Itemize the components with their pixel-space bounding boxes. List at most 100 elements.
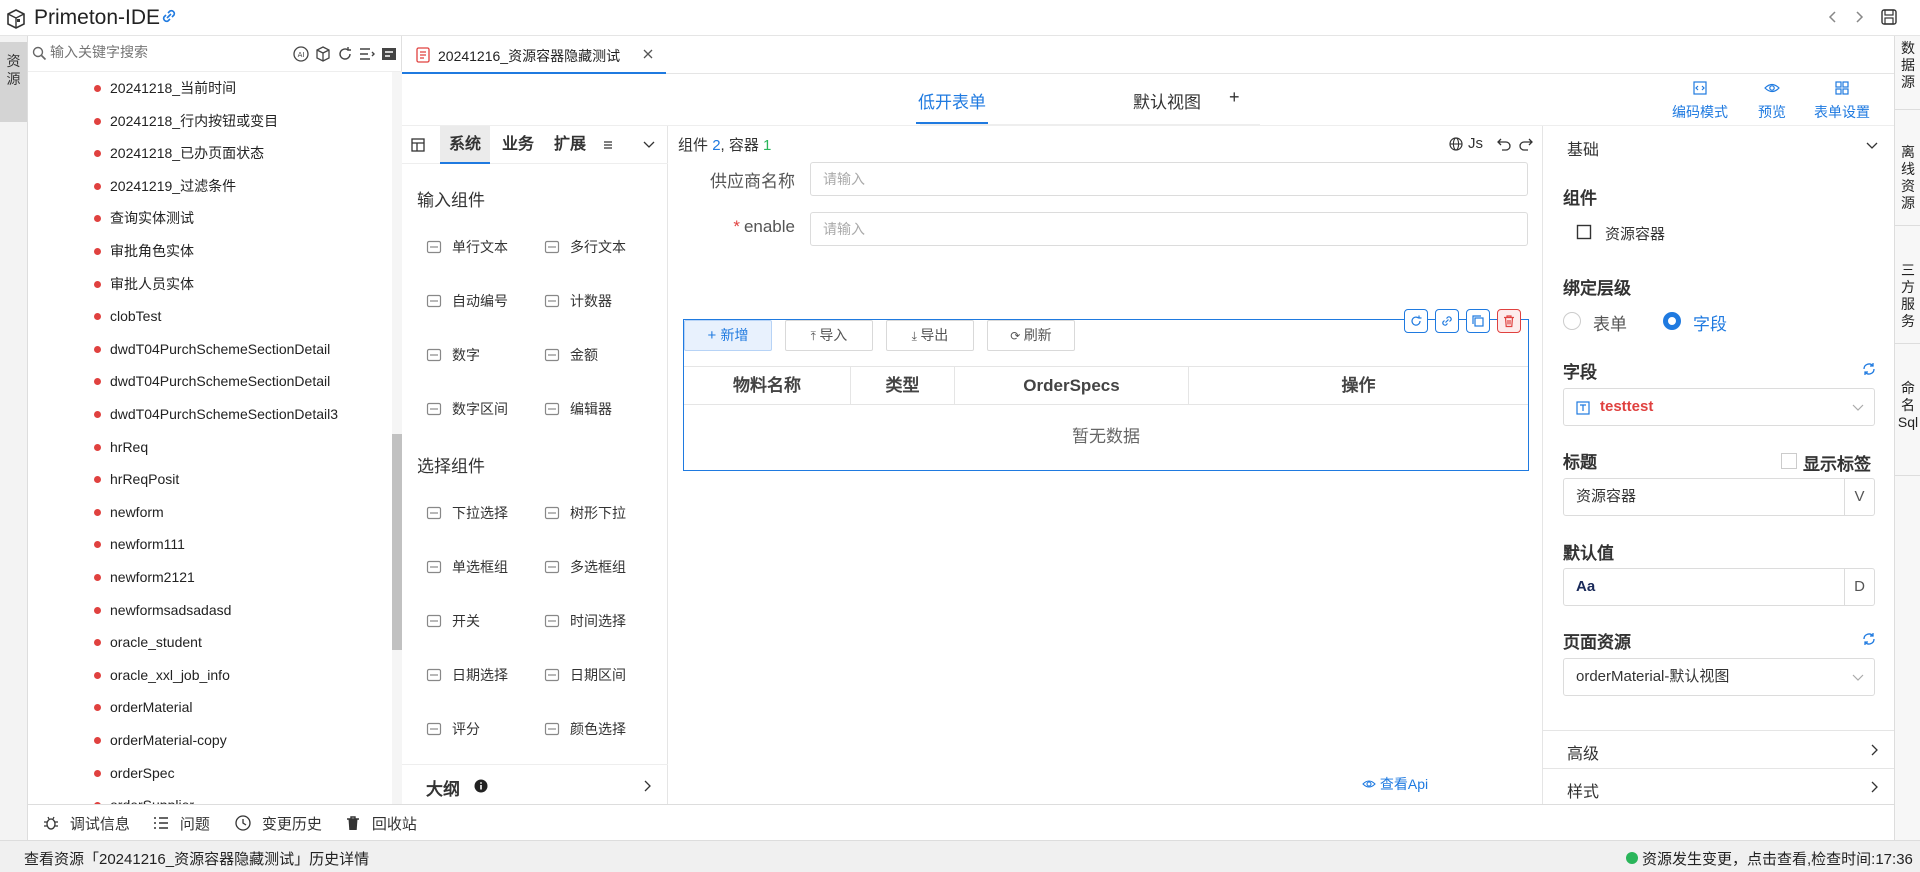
container-delete-icon[interactable] [1497, 309, 1521, 333]
link-icon[interactable] [160, 7, 178, 25]
palette-item[interactable]: 日期区间 [544, 660, 664, 690]
export-button[interactable]: ⤓ 导出 [886, 320, 974, 351]
refresh-icon[interactable] [336, 45, 354, 63]
tree-item[interactable]: newform2121 [28, 561, 388, 593]
palette-item[interactable]: 计数器 [544, 286, 664, 316]
add-view-button[interactable]: + [1229, 87, 1240, 108]
default-value-input[interactable]: Aa D [1563, 568, 1875, 606]
undo-icon[interactable] [1496, 136, 1512, 152]
palette-item[interactable]: 多选框组 [544, 552, 664, 582]
import-button[interactable]: ⤒ 导入 [785, 320, 873, 351]
palette-collapse-chevron-icon[interactable] [642, 139, 656, 151]
forward-icon[interactable] [1852, 10, 1866, 24]
view-api-link[interactable]: 查看Api [1362, 774, 1428, 794]
rail-tab-third-party[interactable]: 三方服务 [1895, 258, 1920, 344]
palette-item[interactable]: 自动编号 [426, 286, 546, 316]
bind-option-field[interactable]: 字段 [1663, 309, 1763, 334]
radio-form[interactable] [1563, 312, 1581, 330]
tree-item[interactable]: newformsadsadasd [28, 594, 388, 626]
design-canvas[interactable]: 组件 2, 容器 1 Js + 新增 ⤒ 导入 ⤓ 导出 ⟳ 刷新 物料名称 类… [668, 126, 1542, 804]
palette-item[interactable]: 颜色选择 [544, 714, 664, 744]
code-mode-button[interactable]: 编码模式 [1668, 80, 1732, 120]
tree-item[interactable]: orderSupplier [28, 789, 388, 804]
tree-item[interactable]: orderMaterial [28, 691, 388, 723]
title-input[interactable]: 资源容器 V [1563, 478, 1875, 516]
preview-button[interactable]: 预览 [1752, 80, 1792, 120]
palette-item[interactable]: 树形下拉 [544, 498, 664, 528]
save-icon[interactable] [1880, 8, 1898, 26]
palette-item[interactable]: 单行文本 [426, 232, 546, 262]
debug-info-tab[interactable]: 调试信息 [42, 813, 130, 834]
title-variable-button[interactable]: V [1844, 479, 1874, 515]
tree-item[interactable]: 20241218_当前时间 [28, 72, 388, 104]
palette-item[interactable]: 数字 [426, 340, 546, 370]
palette-item[interactable]: 金额 [544, 340, 664, 370]
container-refresh-icon[interactable] [1404, 309, 1428, 333]
form-field-input[interactable]: 请输入 [810, 212, 1528, 246]
container-copy-icon[interactable] [1466, 309, 1490, 333]
palette-tab-system[interactable]: 系统 [440, 126, 490, 164]
rail-tab-named-sql[interactable]: 命名Sql [1895, 376, 1920, 476]
tree-item[interactable]: oracle_student [28, 626, 388, 658]
page-resource-select[interactable]: orderMaterial-默认视图 [1563, 658, 1875, 696]
refresh-button[interactable]: ⟳ 刷新 [987, 320, 1075, 351]
collapse-all-icon[interactable] [380, 45, 398, 63]
back-icon[interactable] [1826, 10, 1840, 24]
add-button[interactable]: + 新增 [684, 320, 772, 351]
palette-item[interactable]: 开关 [426, 606, 546, 636]
palette-menu-icon[interactable] [602, 139, 614, 151]
palette-item[interactable]: 编辑器 [544, 394, 664, 424]
palette-item[interactable]: 日期选择 [426, 660, 546, 690]
field-refresh-icon[interactable] [1861, 361, 1877, 377]
field-select[interactable]: testtest [1563, 388, 1875, 426]
resource-container[interactable]: + 新增 ⤒ 导入 ⤓ 导出 ⟳ 刷新 物料名称 类型 OrderSpecs 操作 暂… [683, 309, 1529, 471]
cube-icon[interactable] [314, 45, 332, 63]
tree-item[interactable]: clobTest [28, 300, 388, 332]
tree-item[interactable]: orderMaterial-copy [28, 724, 388, 756]
tree-item[interactable]: oracle_xxl_job_info [28, 659, 388, 691]
bind-option-form[interactable]: 表单 [1563, 309, 1663, 334]
palette-item[interactable]: 下拉选择 [426, 498, 546, 528]
show-label-checkbox[interactable]: 显示标签 [1781, 450, 1881, 474]
radio-field-selected[interactable] [1663, 312, 1681, 330]
view-tab-default[interactable]: 默认视图 [1133, 88, 1201, 113]
palette-tab-business[interactable]: 业务 [494, 126, 542, 164]
status-right-text[interactable]: 资源发生变更，点击查看,检查时间:17:36 [1642, 848, 1913, 869]
redo-icon[interactable] [1518, 136, 1534, 152]
tree-item[interactable]: 审批人员实体 [28, 268, 388, 300]
tree-item[interactable]: 20241219_过滤条件 [28, 170, 388, 202]
palette-layout-icon[interactable] [410, 137, 426, 153]
change-history-tab[interactable]: 变更历史 [234, 813, 322, 834]
tree-item[interactable]: dwdT04PurchSchemeSectionDetail [28, 333, 388, 365]
rail-tab-offline-resource[interactable]: 离线资源 [1895, 140, 1920, 226]
tree-item[interactable]: 20241218_行内按钮或变目 [28, 105, 388, 137]
tree-item[interactable]: 审批角色实体 [28, 235, 388, 267]
resource-scrollbar-thumb[interactable] [392, 434, 402, 650]
tree-item[interactable]: hrReqPosit [28, 463, 388, 495]
problems-tab[interactable]: 问题 [152, 813, 210, 834]
form-settings-button[interactable]: 表单设置 [1810, 80, 1874, 120]
tree-item[interactable]: 查询实体测试 [28, 202, 388, 234]
palette-item[interactable]: 时间选择 [544, 606, 664, 636]
form-field-input[interactable]: 请输入 [810, 162, 1528, 196]
resource-search-input[interactable] [50, 44, 290, 60]
tree-item[interactable]: orderSpec [28, 757, 388, 789]
tree-item[interactable]: dwdT04PurchSchemeSectionDetail [28, 365, 388, 397]
rail-tab-data-source[interactable]: 数据源 [1895, 36, 1920, 110]
page-resource-refresh-icon[interactable] [1861, 631, 1877, 647]
globe-icon[interactable] [1448, 136, 1464, 152]
status-left-text[interactable]: 查看资源「20241216_资源容器隐藏测试」历史详情 [24, 848, 369, 869]
default-dynamic-button[interactable]: D [1844, 569, 1874, 605]
style-section-header[interactable]: 样式 [1543, 768, 1895, 804]
show-label-box[interactable] [1781, 453, 1797, 469]
tree-item[interactable]: newform111 [28, 528, 388, 560]
editor-tab-active[interactable]: 20241216_资源容器隐藏测试 [402, 36, 666, 74]
view-tab-low-code[interactable]: 低开表单 [918, 88, 986, 113]
js-button[interactable]: Js [1468, 135, 1483, 152]
list-filter-icon[interactable] [358, 45, 376, 63]
tree-item[interactable]: newform [28, 496, 388, 528]
container-link-icon[interactable] [1435, 309, 1459, 333]
rail-tab-resources[interactable]: 资源 [0, 42, 27, 122]
palette-item[interactable]: 单选框组 [426, 552, 546, 582]
palette-item[interactable]: 评分 [426, 714, 546, 744]
